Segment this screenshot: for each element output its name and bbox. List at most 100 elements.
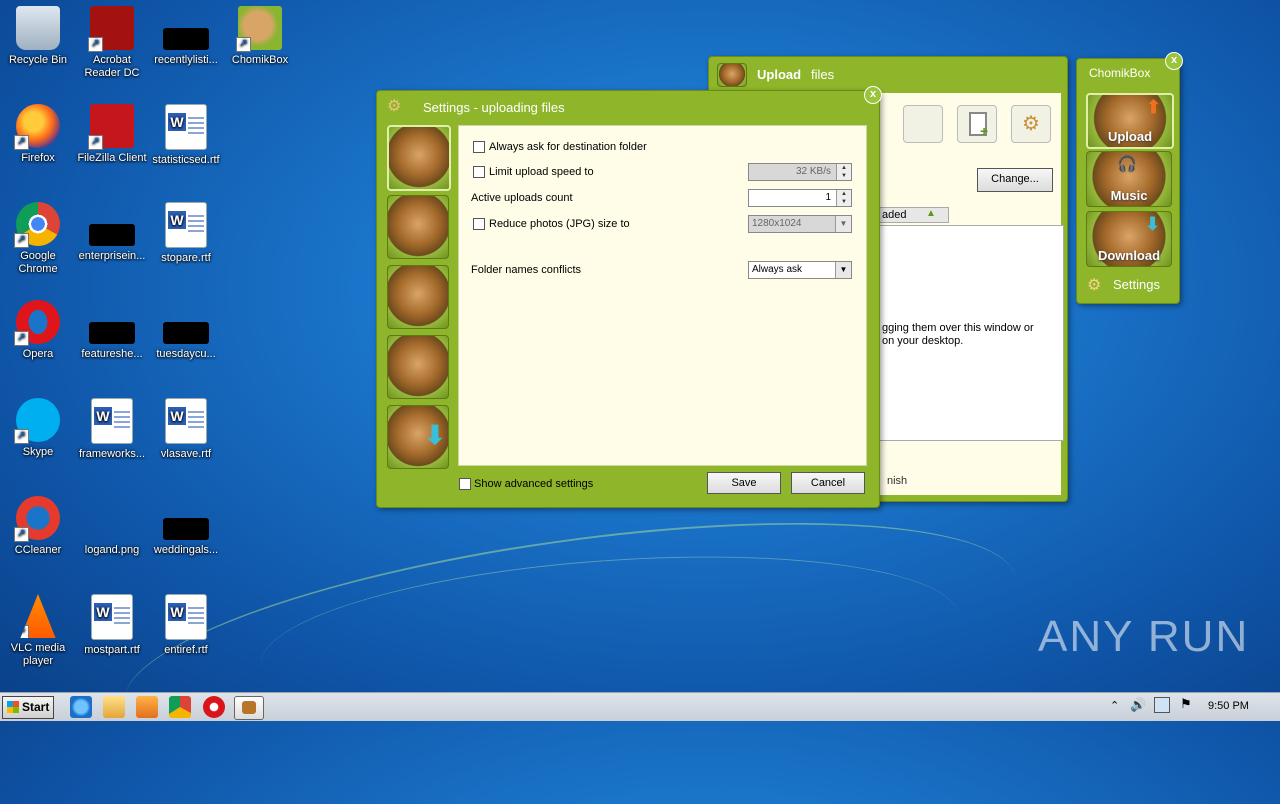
change-folder-button[interactable]: Change... [977,168,1053,192]
spin-arrows-icon[interactable]: ▲ ▼ [836,190,851,206]
desktop-icon[interactable]: logand.png [74,496,150,557]
toolbar-chomik-button[interactable] [903,105,943,143]
desktop-icon[interactable]: ↗ ChomikBox [222,6,298,67]
desktop-icon[interactable]: Wframeworks... [74,398,150,461]
document-lines [188,117,204,137]
chomikbox-icon: ↗ [236,6,282,52]
word-logo-icon: W [168,211,186,229]
upload-window-titlebar[interactable]: Upload files [709,57,1067,91]
limit-speed-checkbox[interactable] [473,166,485,178]
settings-category-appearance[interactable] [387,195,449,259]
document-lines [114,607,130,627]
explorer-icon[interactable] [103,696,125,718]
document-lines [188,215,204,235]
settings-category-music[interactable] [387,335,449,399]
image-file-icon [90,496,134,540]
upload-panel-label: Upload [1107,129,1153,144]
desktop-icon-label: VLC media player [10,642,66,667]
chomik-logo-icon [242,701,256,714]
skype-icon: ↗ [14,398,60,444]
download-panel-label: Download [1097,248,1161,263]
action-center-flag-icon[interactable]: ⚑ [1180,696,1192,712]
settings-panel-label: Settings [1113,277,1160,292]
save-button[interactable]: Save [707,472,781,494]
desktop-icon[interactable]: ↗ Acrobat Reader DC [74,6,150,80]
chomikbox-close-button[interactable]: x [1165,52,1183,70]
start-button[interactable]: Start [2,696,54,719]
folder-conflicts-label: Folder names conflicts [471,264,582,276]
desktop-icon[interactable]: Wstatisticsed.rtf [148,104,224,167]
shortcut-arrow-icon: ↗ [14,429,29,444]
desktop-icon-label: Recycle Bin [8,54,68,66]
show-advanced-checkbox[interactable] [459,478,471,490]
chomikbox-taskbar-icon[interactable] [234,696,264,720]
folder-conflicts-select[interactable]: Always ask ▼ [748,261,852,279]
word-logo-icon: W [94,603,112,621]
chevron-down-icon: ▼ [835,262,851,278]
drop-hint-line2: on your desktop. [882,335,964,347]
cancel-button[interactable]: Cancel [791,472,865,494]
settings-panel-link[interactable]: ⚙ Settings [1087,275,1173,295]
upload-arrow-icon: ⬆ [1146,97,1162,117]
desktop-icon[interactable]: Wmostpart.rtf [74,594,150,657]
desktop-icon[interactable]: enterprisein... [74,202,150,263]
sort-ascending-icon: ▲ [926,208,936,219]
desktop-icon-label: Google Chrome [18,250,58,275]
upload-speed-spinbox[interactable]: 32 KB/s ▲ ▼ [748,163,852,181]
shortcut-arrow-icon: ↗ [236,37,251,52]
active-uploads-label: Active uploads count [471,192,573,204]
desktop-icon[interactable]: tuesdaycu... [148,300,224,361]
toolbar-settings-button[interactable]: ⚙ [1011,105,1051,143]
always-ask-checkbox[interactable] [473,141,485,153]
drop-hint-line1: gging them over this window or [882,322,1034,334]
settings-category-general[interactable] [387,125,451,191]
desktop-icon-label: tuesdaycu... [156,348,216,360]
blank-file-icon [163,322,209,344]
desktop-icon[interactable]: Wstopare.rtf [148,202,224,265]
chomikbox-panel-title: ChomikBox [1089,66,1151,80]
desktop-icon[interactable]: ↗ Opera [0,300,76,361]
desktop-icon[interactable]: ↗ VLC media player [0,594,76,668]
clock[interactable]: 9:50 PM [1208,700,1249,712]
opera-icon: ↗ [14,300,60,346]
upload-panel-button[interactable]: ⬆ Upload [1086,93,1174,149]
network-icon[interactable] [1154,697,1170,713]
settings-gear-icon: ⚙ [387,98,402,115]
download-panel-button[interactable]: ⬇ Download [1086,211,1172,267]
ie-icon[interactable] [70,696,92,718]
download-arrow-icon: ⬇ [1145,214,1161,234]
desktop-icon-label: mostpart.rtf [84,644,140,656]
desktop-icon[interactable]: featureshe... [74,300,150,361]
media-player-icon[interactable] [136,696,158,718]
folder-conflicts-value: Always ask [752,264,803,275]
always-ask-label: Always ask for destination folder [489,141,647,153]
desktop-icon[interactable]: recentlylisti... [148,6,224,67]
desktop-icon[interactable]: Wvlasave.rtf [148,398,224,461]
queue-header[interactable]: aded ▲ [873,207,949,223]
desktop-icon[interactable]: ↗ FileZilla Client [74,104,150,165]
desktop-icon[interactable]: Recycle Bin [0,6,76,67]
opera-icon[interactable] [203,696,225,718]
settings-titlebar[interactable]: ⚙ Settings - uploading files [377,91,879,121]
desktop-icon[interactable]: Wentiref.rtf [148,594,224,657]
upload-queue-list[interactable]: gging them over this window or on your d… [879,225,1064,441]
spin-arrows-icon[interactable]: ▲ ▼ [836,164,851,180]
settings-category-download[interactable]: ⬇ [387,405,449,469]
desktop-icon[interactable]: ↗ Firefox [0,104,76,165]
settings-category-upload[interactable] [387,265,449,329]
desktop-icon[interactable]: weddingals... [148,496,224,557]
desktop-icon[interactable]: ↗ CCleaner [0,496,76,557]
chrome-icon[interactable] [169,696,191,718]
desktop-icon[interactable]: ↗ Google Chrome [0,202,76,276]
settings-close-button[interactable]: x [864,86,882,104]
photo-size-select[interactable]: 1280x1024 ▼ [748,215,852,233]
show-hidden-icons-icon[interactable]: ⌃ [1110,699,1119,712]
desktop-icon-label: entiref.rtf [164,644,208,656]
music-panel-button[interactable]: 🎧 Music [1086,151,1172,207]
active-uploads-spinbox[interactable]: 1 ▲ ▼ [748,189,852,207]
reduce-photos-checkbox[interactable] [473,218,485,230]
taskbar: Start ⌃ 🔊 ⚑ 9:50 PM [0,692,1280,721]
toolbar-paste-button[interactable]: + [957,105,997,143]
volume-icon[interactable]: 🔊 [1130,697,1146,713]
desktop-icon[interactable]: ↗ Skype [0,398,76,459]
